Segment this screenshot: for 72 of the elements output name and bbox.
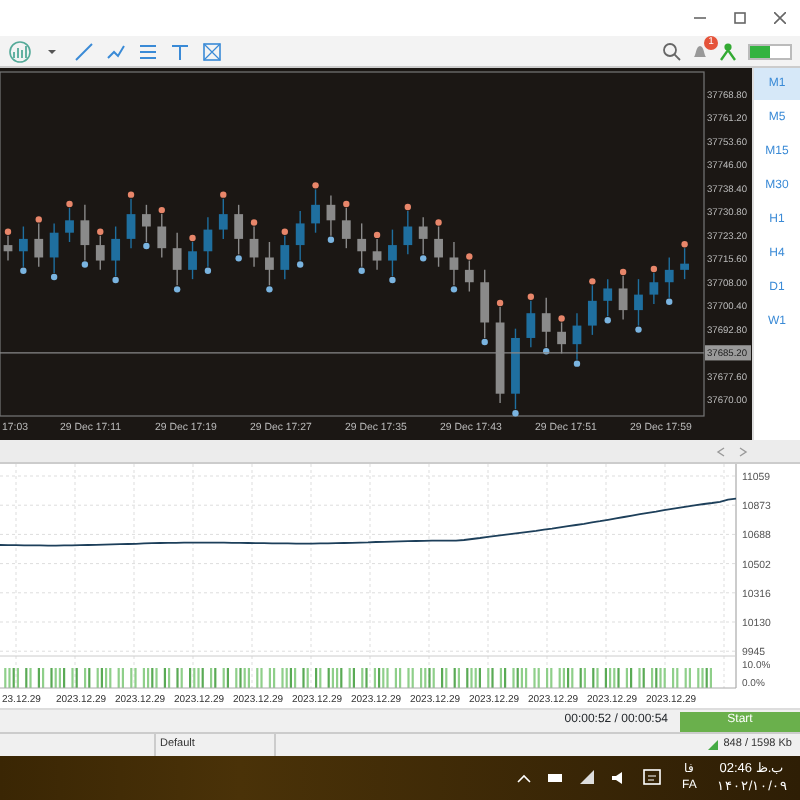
network-icon[interactable]: [578, 768, 599, 788]
candle: [372, 231, 382, 271]
candle: [142, 204, 151, 250]
candle: [572, 312, 582, 367]
battery-icon[interactable]: [546, 768, 567, 788]
candle: [680, 241, 689, 280]
chart-icon[interactable]: [8, 39, 32, 63]
candle: [34, 216, 44, 268]
candle: [188, 234, 197, 280]
candle: [464, 253, 474, 293]
candle: [157, 206, 167, 259]
scroll-right-icon[interactable]: [738, 445, 748, 457]
candle: [65, 200, 74, 243]
candle: [249, 219, 259, 268]
candle: [295, 210, 305, 268]
candle: [587, 278, 597, 336]
candle: [388, 228, 397, 284]
candle: [449, 241, 459, 293]
algo-toggle[interactable]: [748, 43, 792, 59]
candle: [418, 216, 428, 262]
candle: [480, 269, 490, 346]
candle: [311, 182, 320, 234]
candle: [218, 191, 228, 240]
grid-icon[interactable]: [200, 39, 224, 63]
maximize-icon[interactable]: [734, 12, 746, 24]
candlestick: [680, 247, 690, 280]
candle: [603, 278, 613, 324]
candle: [3, 228, 13, 262]
candle: [172, 232, 182, 293]
candle: [19, 225, 28, 274]
candle: [203, 216, 213, 274]
candle: [526, 293, 536, 348]
scroll-left-icon[interactable]: [716, 445, 726, 457]
candle: [95, 228, 105, 271]
search-icon[interactable]: [660, 39, 684, 63]
candle: [341, 200, 351, 249]
candle: [357, 222, 367, 274]
candle: [634, 278, 643, 333]
text-tool-icon[interactable]: [168, 39, 192, 63]
candlestick: [18, 225, 28, 268]
candle: [265, 241, 274, 293]
minimize-icon[interactable]: [694, 12, 706, 24]
bars-icon[interactable]: [136, 39, 160, 63]
candlestick: [372, 238, 382, 271]
line-tool-icon[interactable]: [72, 39, 96, 63]
candle: [403, 203, 413, 256]
candle: [49, 222, 59, 281]
candle: [80, 204, 90, 268]
candle: [280, 228, 290, 280]
candle: [649, 265, 659, 305]
candle: [111, 225, 121, 284]
candle: [664, 256, 674, 305]
candlestick: [603, 278, 613, 317]
bell-icon[interactable]: [692, 44, 708, 58]
person-icon[interactable]: [716, 39, 740, 63]
candlestick: [188, 241, 197, 280]
candle: [126, 191, 136, 249]
chat-icon[interactable]: [642, 768, 663, 788]
candle: [326, 194, 336, 243]
candle: [557, 315, 566, 355]
close-icon[interactable]: [774, 12, 786, 24]
candlestick: [649, 272, 659, 305]
candle: [434, 219, 443, 268]
candlestick: [95, 235, 105, 271]
candle: [495, 299, 505, 404]
candle: [234, 204, 244, 262]
signal-icon: [707, 740, 718, 750]
candle: [618, 268, 628, 321]
candlestick: [142, 204, 151, 243]
candle: [511, 328, 520, 417]
candlestick: [65, 207, 74, 243]
candle: [541, 297, 551, 355]
